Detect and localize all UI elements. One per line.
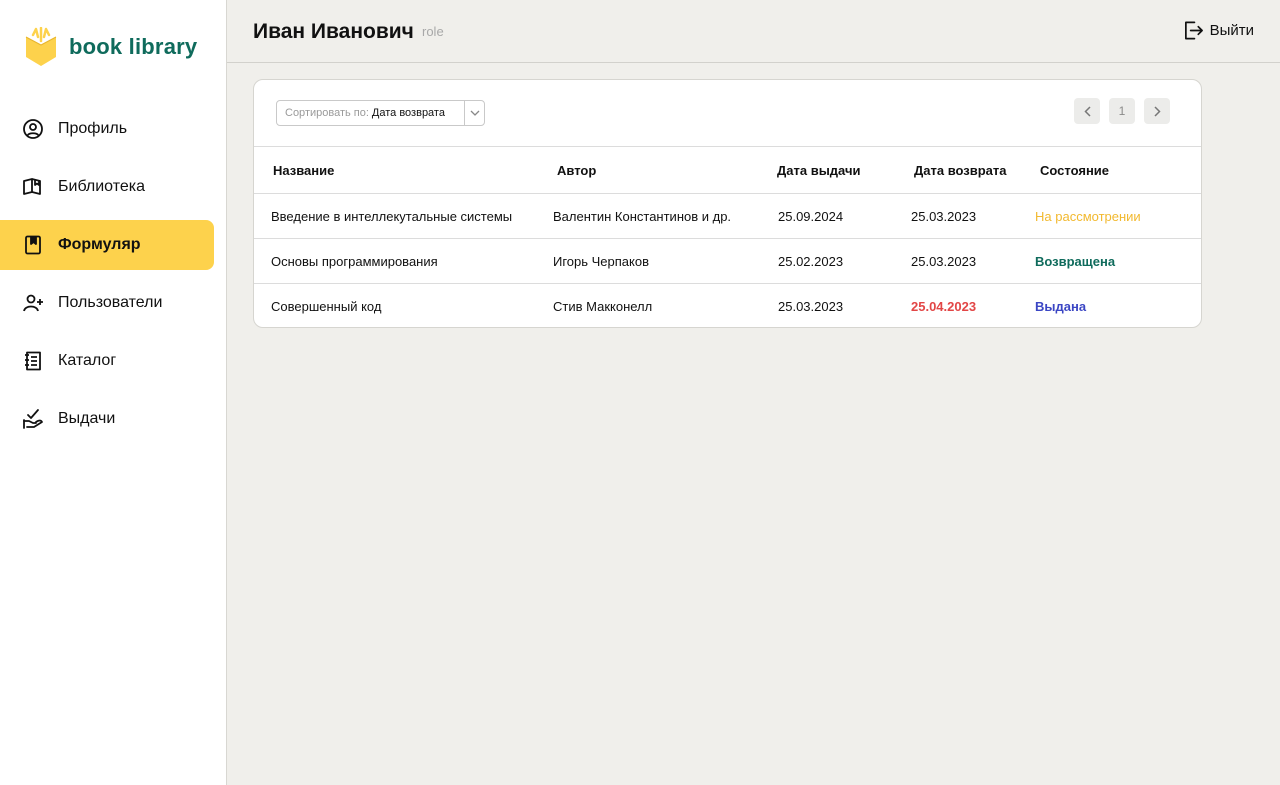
chevron-left-icon (1083, 105, 1091, 117)
cell-author: Валентин Константинов и др. (553, 209, 732, 224)
sidebar-item-users[interactable]: Пользователи (0, 278, 214, 328)
user-add-icon (22, 292, 44, 314)
cell-title: Основы программирования (271, 254, 438, 269)
column-header-issued[interactable]: Дата выдачи (777, 163, 861, 178)
sidebar: book library Профиль Библиотека Формуляр… (0, 0, 227, 785)
status-badge: На рассмотрении (1035, 209, 1141, 224)
cell-issued-date: 25.03.2023 (778, 299, 844, 314)
sidebar-item-label: Библиотека (58, 178, 145, 195)
records-card: Сортировать по: Дата возврата 1 Название … (253, 79, 1202, 328)
logout-icon (1184, 21, 1203, 40)
sort-select[interactable]: Сортировать по: Дата возврата (276, 100, 485, 126)
cell-author: Стив Макконелл (553, 299, 653, 314)
table-row[interactable]: Совершенный код Стив Макконелл 25.03.202… (254, 283, 1201, 327)
sidebar-item-label: Каталог (58, 352, 117, 369)
cell-return-date: 25.03.2023 (911, 209, 977, 224)
status-badge: Возвращена (1035, 254, 1116, 269)
page-number-button[interactable]: 1 (1109, 98, 1135, 124)
sidebar-nav: Профиль Библиотека Формуляр Пользователи… (0, 104, 227, 452)
pagination: 1 (1074, 98, 1170, 124)
user-name: Иван Иванович (253, 20, 414, 43)
cell-title: Совершенный код (271, 299, 382, 314)
logo[interactable]: book library (23, 27, 197, 67)
chevron-right-icon (1153, 105, 1161, 117)
sort-value: Дата возврата (371, 107, 445, 119)
catalog-icon (22, 350, 44, 372)
column-header-status[interactable]: Состояние (1040, 163, 1109, 178)
cell-title: Введение в интеллекутальные системы (271, 209, 513, 224)
cell-issued-date: 25.02.2023 (778, 254, 844, 269)
user-role: role (422, 24, 444, 39)
sidebar-item-issues[interactable]: Выдачи (0, 394, 214, 444)
column-header-title[interactable]: Название (273, 163, 334, 178)
user-circle-icon (22, 118, 44, 140)
sort-prefix: Сортировать по: (285, 107, 369, 119)
cell-return-date-overdue: 25.04.2023 (911, 299, 977, 314)
table-row[interactable]: Основы программирования Игорь Черпаков 2… (254, 238, 1201, 283)
sidebar-item-record[interactable]: Формуляр (0, 220, 214, 270)
sort-select-text: Сортировать по: Дата возврата (277, 107, 464, 119)
sidebar-item-label: Выдачи (58, 410, 116, 427)
logo-text: book library (69, 34, 198, 59)
column-header-returned[interactable]: Дата возврата (914, 163, 1007, 178)
next-page-button[interactable] (1144, 98, 1170, 124)
book-logo-icon (25, 27, 57, 66)
logout-label: Выйти (1209, 22, 1254, 39)
cell-author: Игорь Черпаков (553, 254, 650, 269)
prev-page-button[interactable] (1074, 98, 1100, 124)
bookmark-book-icon (22, 234, 44, 256)
cell-issued-date: 25.09.2024 (778, 209, 844, 224)
sidebar-item-library[interactable]: Библиотека (0, 162, 214, 212)
chevron-down-icon[interactable] (464, 101, 484, 125)
status-badge: Выдана (1035, 299, 1087, 314)
cell-return-date: 25.03.2023 (911, 254, 977, 269)
records-table: Название Автор Дата выдачи Дата возврата… (254, 146, 1201, 327)
table-header-row: Название Автор Дата выдачи Дата возврата… (254, 146, 1201, 193)
hand-check-icon (22, 408, 44, 430)
logout-button[interactable]: Выйти (1183, 20, 1254, 41)
sidebar-item-label: Формуляр (58, 236, 141, 253)
sidebar-item-profile[interactable]: Профиль (0, 104, 214, 154)
open-book-icon (22, 176, 44, 198)
column-header-author[interactable]: Автор (557, 163, 596, 178)
sidebar-item-label: Пользователи (58, 294, 163, 311)
sidebar-item-label: Профиль (58, 120, 128, 137)
sidebar-item-catalog[interactable]: Каталог (0, 336, 214, 386)
table-row[interactable]: Введение в интеллекутальные системы Вале… (254, 193, 1201, 238)
top-header: Иван Иванович role Выйти (227, 0, 1280, 63)
